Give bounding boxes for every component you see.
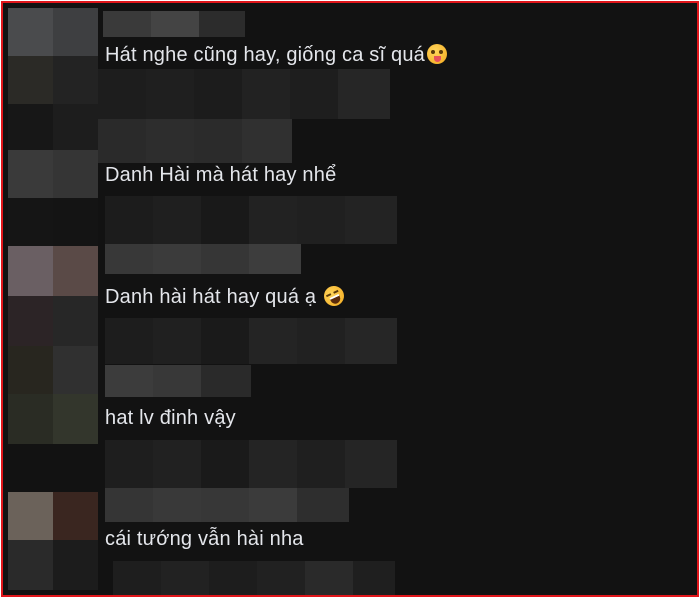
comment-actions-pixelated bbox=[105, 440, 397, 488]
comment-text: Danh hài hát hay quá ạ bbox=[105, 282, 348, 310]
comment-actions-pixelated bbox=[105, 196, 397, 244]
comment-actions-pixelated bbox=[113, 561, 395, 595]
avatar-pixelated bbox=[8, 492, 98, 540]
avatar-pixelated bbox=[8, 346, 98, 394]
avatar-pixelated bbox=[8, 246, 98, 296]
commenter-name-pixelated bbox=[105, 244, 301, 274]
comment-actions-pixelated bbox=[98, 69, 390, 119]
avatar-pixelated bbox=[8, 8, 98, 56]
comment-actions-pixelated bbox=[105, 318, 397, 364]
commenter-name-pixelated bbox=[103, 11, 245, 37]
commenter-name-pixelated bbox=[105, 365, 251, 397]
comment-text: Danh Hài mà hát hay nhể bbox=[105, 164, 337, 186]
comment-text: cái tướng vẫn hài nha bbox=[105, 528, 304, 550]
avatar-pixelated bbox=[8, 56, 98, 104]
comment-text: hat lv đinh vậy bbox=[105, 407, 236, 429]
squinting-face-with-tongue-icon bbox=[426, 44, 447, 64]
reply-name-pixelated bbox=[98, 119, 292, 163]
comment-text: Hát nghe cũng hay, giống ca sĩ quá bbox=[105, 43, 447, 67]
comment-thread-screenshot: Hát nghe cũng hay, giống ca sĩ quá Danh … bbox=[1, 1, 699, 597]
rolling-on-the-floor-laughing-icon bbox=[320, 282, 348, 310]
avatar-pixelated bbox=[8, 150, 98, 198]
commenter-name-pixelated bbox=[105, 488, 349, 522]
